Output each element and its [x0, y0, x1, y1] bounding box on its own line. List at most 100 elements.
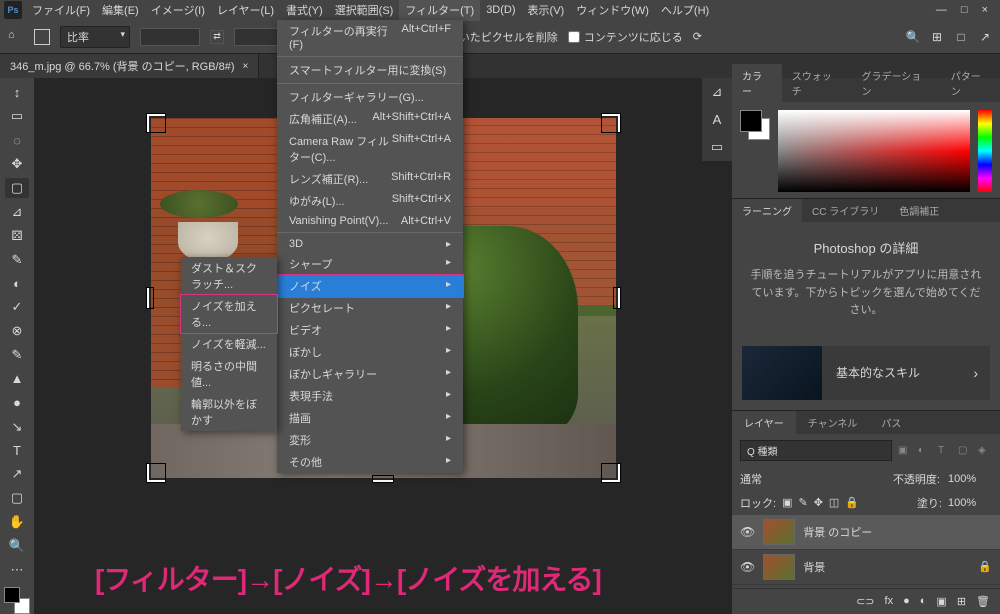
tool-zoom[interactable]: 🔍 [5, 536, 29, 557]
fill-input[interactable]: 100% [948, 497, 992, 509]
tab-layers[interactable]: レイヤー [732, 411, 796, 434]
tool-gradient[interactable]: ▲ [5, 369, 29, 390]
window-close[interactable]: × [982, 4, 988, 16]
opacity-input[interactable]: 100% [948, 473, 992, 485]
tool-frame[interactable]: ⊿ [5, 201, 29, 222]
tool-text[interactable]: T [5, 440, 29, 461]
filter-shape-icon[interactable]: ▢ [958, 445, 972, 456]
menu-file[interactable]: ファイル(F) [26, 0, 96, 21]
ratio-select[interactable]: 比率 [60, 26, 130, 48]
tab-close-icon[interactable]: × [243, 61, 249, 72]
frame-icon[interactable]: □ [954, 30, 968, 44]
tab-libraries[interactable]: CC ライブラリ [802, 199, 889, 222]
filter-text-icon[interactable]: T [938, 445, 952, 456]
menu-3d[interactable]: 3D(D) [480, 1, 521, 19]
filter-pixel-icon[interactable]: ▣ [898, 445, 912, 456]
filter-item-21[interactable]: その他 [277, 451, 463, 473]
noise-sub-item-1[interactable]: ノイズを加える... [181, 295, 277, 333]
link-layers-icon[interactable]: ⊂⊃ [856, 595, 874, 608]
filter-item-9[interactable]: Vanishing Point(V)...Alt+Ctrl+V [277, 212, 463, 230]
filter-item-11[interactable]: 3D [277, 235, 463, 253]
tool-history[interactable]: ⊗ [5, 321, 29, 342]
dock-char-icon[interactable]: A [713, 112, 722, 127]
filter-item-2[interactable]: スマートフィルター用に変換(S) [277, 59, 463, 81]
menu-image[interactable]: イメージ(I) [145, 0, 211, 21]
menu-layer[interactable]: レイヤー(L) [211, 0, 280, 21]
layer-row[interactable]: 👁 背景 🔒 [732, 550, 1000, 585]
tool-crop[interactable]: ▢ [5, 178, 29, 199]
layer-kind-select[interactable]: Q 種類 [740, 440, 892, 461]
filter-item-14[interactable]: ピクセレート [277, 297, 463, 319]
layer-group-icon[interactable]: ▣ [936, 595, 946, 608]
menu-view[interactable]: 表示(V) [522, 0, 571, 21]
trash-icon[interactable]: 🗑 [976, 595, 990, 608]
adjustment-layer-icon[interactable]: ◐ [920, 595, 927, 608]
tool-hand[interactable]: ✋ [5, 512, 29, 533]
filter-item-8[interactable]: ゆがみ(L)...Shift+Ctrl+X [277, 190, 463, 212]
crop-handle-r[interactable] [614, 288, 620, 308]
tool-more[interactable]: ⋯ [5, 560, 29, 581]
content-aware-checkbox[interactable] [568, 31, 580, 43]
tab-paths[interactable]: パス [869, 411, 913, 434]
tool-blur[interactable]: ● [5, 392, 29, 413]
filter-item-18[interactable]: 表現手法 [277, 385, 463, 407]
reset-icon[interactable]: ⟳ [693, 30, 702, 43]
window-minimize[interactable]: — [936, 4, 947, 16]
fg-bg-swatch[interactable] [4, 587, 30, 614]
window-maximize[interactable]: □ [961, 4, 968, 16]
filter-item-20[interactable]: 変形 [277, 429, 463, 451]
menu-select[interactable]: 選択範囲(S) [329, 0, 400, 21]
lock-move-icon[interactable]: ✥ [814, 496, 823, 509]
document-tab[interactable]: 346_m.jpg @ 66.7% (背景 のコピー, RGB/8#) × [0, 54, 259, 78]
workspace-icon[interactable]: ⊞ [930, 30, 944, 44]
blend-mode-select[interactable]: 通常 [740, 471, 800, 487]
tab-swatches[interactable]: スウォッチ [782, 64, 852, 102]
search-icon[interactable]: 🔍 [906, 30, 920, 44]
tool-shape[interactable]: ▢ [5, 488, 29, 509]
tool-lasso[interactable]: ◌ [5, 130, 29, 151]
tab-patterns[interactable]: パターン [941, 64, 1000, 102]
tab-gradients[interactable]: グラデーション [851, 64, 940, 102]
dock-paragraph-icon[interactable]: ▭ [711, 139, 723, 155]
dock-histogram-icon[interactable]: ⊿ [712, 84, 723, 100]
tool-move[interactable]: ↕ [5, 82, 29, 103]
filter-item-6[interactable]: Camera Raw フィルター(C)...Shift+Ctrl+A [277, 130, 463, 168]
color-swatch[interactable] [740, 110, 770, 140]
noise-sub-item-4[interactable]: 輪郭以外をぼかす [181, 393, 277, 431]
tool-pen[interactable]: ↗ [5, 464, 29, 485]
color-picker[interactable] [778, 110, 970, 192]
filter-adjust-icon[interactable]: ◐ [918, 445, 932, 456]
tool-eraser[interactable]: ✎ [5, 345, 29, 366]
crop-handle-tr[interactable] [602, 114, 620, 132]
tool-stamp[interactable]: ✓ [5, 297, 29, 318]
filter-item-5[interactable]: 広角補正(A)...Alt+Shift+Ctrl+A [277, 108, 463, 130]
tab-adjustments[interactable]: 色調補正 [889, 199, 949, 222]
menu-window[interactable]: ウィンドウ(W) [570, 0, 655, 21]
filter-item-4[interactable]: フィルターギャラリー(G)... [277, 86, 463, 108]
swap-dims-button[interactable]: ⇄ [210, 30, 224, 44]
lock-all-icon[interactable]: 🔒 [845, 496, 859, 509]
menu-filter[interactable]: フィルター(T) [399, 0, 480, 21]
tab-color[interactable]: カラー [732, 64, 782, 102]
tab-channels[interactable]: チャンネル [796, 411, 870, 434]
learn-card-basics[interactable]: 基本的なスキル › [742, 346, 990, 400]
visibility-icon[interactable]: 👁 [740, 560, 755, 574]
filter-item-17[interactable]: ぼかしギャラリー [277, 363, 463, 385]
tool-dodge[interactable]: ↘ [5, 416, 29, 437]
filter-smart-icon[interactable]: ◈ [978, 445, 992, 456]
filter-item-15[interactable]: ビデオ [277, 319, 463, 341]
crop-handle-br[interactable] [602, 464, 620, 482]
tool-eyedropper[interactable]: ⚄ [5, 225, 29, 246]
hue-slider[interactable] [978, 110, 992, 192]
menu-edit[interactable]: 編集(E) [96, 0, 145, 21]
layer-mask-icon[interactable]: ● [903, 595, 910, 608]
lock-pixels-icon[interactable]: ▣ [782, 496, 792, 509]
new-layer-icon[interactable]: ⊞ [957, 595, 966, 608]
crop-handle-tl[interactable] [147, 114, 165, 132]
filter-item-7[interactable]: レンズ補正(R)...Shift+Ctrl+R [277, 168, 463, 190]
noise-sub-item-2[interactable]: ノイズを軽減... [181, 333, 277, 355]
crop-handle-l[interactable] [147, 288, 153, 308]
noise-sub-item-0[interactable]: ダスト＆スクラッチ... [181, 257, 277, 295]
layer-row[interactable]: 👁 背景 のコピー [732, 515, 1000, 550]
filter-item-16[interactable]: ぼかし [277, 341, 463, 363]
